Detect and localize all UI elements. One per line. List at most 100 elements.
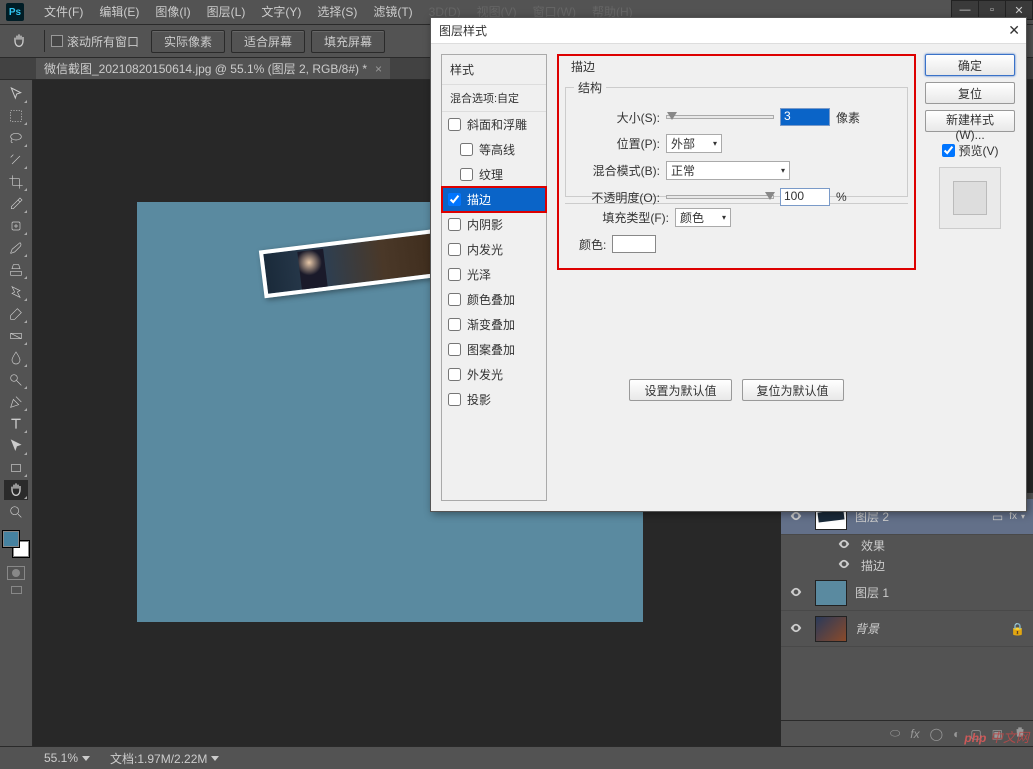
zoom-dropdown-icon[interactable] — [82, 756, 90, 761]
healing-brush-tool[interactable] — [4, 216, 28, 236]
adjustment-layer-icon[interactable]: ◐ — [953, 727, 960, 741]
styles-header[interactable]: 样式 — [442, 55, 546, 85]
menu-filter[interactable]: 滤镜(T) — [365, 0, 420, 24]
magic-wand-tool[interactable] — [4, 150, 28, 170]
blending-options-item[interactable]: 混合选项:自定 — [442, 85, 546, 112]
color-swatches[interactable] — [2, 530, 30, 558]
actual-pixels-button[interactable]: 实际像素 — [151, 30, 225, 53]
cancel-button[interactable]: 复位 — [925, 82, 1015, 104]
dialog-title-bar[interactable]: 图层样式 ✕ — [431, 18, 1026, 44]
scroll-all-checkbox[interactable] — [51, 35, 63, 47]
hand-tool[interactable] — [4, 480, 28, 500]
path-selection-tool[interactable] — [4, 436, 28, 456]
style-contour[interactable]: 等高线 — [442, 137, 546, 162]
menu-edit[interactable]: 编辑(E) — [91, 0, 147, 24]
blend-mode-dropdown[interactable]: 正常▾ — [666, 161, 790, 180]
quick-mask-toggle[interactable] — [7, 566, 25, 580]
menu-image[interactable]: 图像(I) — [147, 0, 198, 24]
layer-thumbnail[interactable] — [815, 616, 847, 642]
visibility-icon[interactable] — [789, 585, 805, 601]
preview-checkbox[interactable] — [942, 144, 955, 157]
layer-row-layer1[interactable]: 图层 1 — [781, 575, 1033, 611]
opacity-input[interactable]: 100 — [780, 188, 830, 206]
style-inner-shadow[interactable]: 内阴影 — [442, 212, 546, 237]
marquee-tool[interactable] — [4, 106, 28, 126]
style-texture-checkbox[interactable] — [460, 168, 473, 181]
visibility-icon[interactable] — [837, 537, 853, 553]
size-input[interactable]: 3 — [780, 108, 830, 126]
blur-tool[interactable] — [4, 348, 28, 368]
style-gradient-overlay[interactable]: 渐变叠加 — [442, 312, 546, 337]
eyedropper-tool[interactable] — [4, 194, 28, 214]
rectangle-tool[interactable] — [4, 458, 28, 478]
pen-tool[interactable] — [4, 392, 28, 412]
style-pattern-overlay-checkbox[interactable] — [448, 343, 461, 356]
visibility-icon[interactable] — [789, 621, 805, 637]
layer-mask-icon[interactable]: ◯ — [930, 727, 943, 741]
style-satin[interactable]: 光泽 — [442, 262, 546, 287]
opacity-slider[interactable] — [666, 195, 774, 199]
screen-mode-switcher[interactable] — [10, 586, 23, 594]
menu-layer[interactable]: 图层(L) — [199, 0, 254, 24]
position-dropdown[interactable]: 外部▾ — [666, 134, 722, 153]
style-contour-checkbox[interactable] — [460, 143, 473, 156]
doc-info[interactable]: 文档:1.97M/2.22M — [110, 750, 207, 767]
clone-stamp-tool[interactable] — [4, 260, 28, 280]
history-brush-tool[interactable] — [4, 282, 28, 302]
type-tool[interactable] — [4, 414, 28, 434]
move-tool[interactable] — [4, 84, 28, 104]
make-default-button[interactable]: 设置为默认值 — [629, 379, 731, 401]
fit-screen-button[interactable]: 适合屏幕 — [231, 30, 305, 53]
fill-type-dropdown[interactable]: 颜色▾ — [675, 208, 731, 227]
layer-thumbnail[interactable] — [815, 580, 847, 606]
stroke-color-swatch[interactable] — [612, 235, 656, 253]
style-drop-shadow[interactable]: 投影 — [442, 387, 546, 412]
crop-tool[interactable] — [4, 172, 28, 192]
style-bevel-checkbox[interactable] — [448, 118, 461, 131]
style-satin-checkbox[interactable] — [448, 268, 461, 281]
lasso-tool[interactable] — [4, 128, 28, 148]
menu-file[interactable]: 文件(F) — [36, 0, 91, 24]
layer-name[interactable]: 图层 1 — [855, 584, 1025, 601]
style-gradient-overlay-checkbox[interactable] — [448, 318, 461, 331]
document-tab[interactable]: 微信截图_20210820150614.jpg @ 55.1% (图层 2, R… — [36, 58, 390, 79]
fill-screen-button[interactable]: 填充屏幕 — [311, 30, 385, 53]
link-layers-icon[interactable]: ⬭ — [890, 726, 900, 741]
style-color-overlay-checkbox[interactable] — [448, 293, 461, 306]
new-style-button[interactable]: 新建样式(W)... — [925, 110, 1015, 132]
menu-type[interactable]: 文字(Y) — [253, 0, 309, 24]
foreground-color-swatch[interactable] — [2, 530, 20, 548]
size-slider[interactable] — [666, 115, 774, 119]
layer-fx-icon[interactable]: fx — [910, 727, 919, 741]
eraser-tool[interactable] — [4, 304, 28, 324]
style-inner-glow[interactable]: 内发光 — [442, 237, 546, 262]
style-pattern-overlay[interactable]: 图案叠加 — [442, 337, 546, 362]
style-drop-shadow-checkbox[interactable] — [448, 393, 461, 406]
zoom-level[interactable]: 55.1% — [44, 751, 78, 765]
zoom-tool[interactable] — [4, 502, 28, 522]
style-texture[interactable]: 纹理 — [442, 162, 546, 187]
style-outer-glow-checkbox[interactable] — [448, 368, 461, 381]
visibility-icon[interactable] — [837, 557, 853, 573]
style-outer-glow[interactable]: 外发光 — [442, 362, 546, 387]
style-bevel[interactable]: 斜面和浮雕 — [442, 112, 546, 137]
layer-effect-stroke-row[interactable]: 描边 — [781, 555, 1033, 575]
style-inner-shadow-checkbox[interactable] — [448, 218, 461, 231]
dodge-tool[interactable] — [4, 370, 28, 390]
style-inner-glow-checkbox[interactable] — [448, 243, 461, 256]
hand-tool-icon[interactable] — [8, 30, 30, 52]
layer-row-background[interactable]: 背景 🔒 — [781, 611, 1033, 647]
gradient-tool[interactable] — [4, 326, 28, 346]
fx-dropdown-icon[interactable]: ▾ — [1021, 512, 1025, 521]
ok-button[interactable]: 确定 — [925, 54, 1015, 76]
layer-name[interactable]: 背景 — [855, 620, 1010, 637]
document-tab-close-icon[interactable]: × — [375, 62, 382, 76]
dialog-close-icon[interactable]: ✕ — [1008, 22, 1020, 39]
style-stroke[interactable]: 描边 — [442, 187, 546, 212]
fx-badge[interactable]: fx — [1009, 511, 1017, 522]
reset-default-button[interactable]: 复位为默认值 — [742, 379, 844, 401]
brush-tool[interactable] — [4, 238, 28, 258]
doc-info-dropdown-icon[interactable] — [211, 756, 219, 761]
menu-select[interactable]: 选择(S) — [309, 0, 365, 24]
style-color-overlay[interactable]: 颜色叠加 — [442, 287, 546, 312]
